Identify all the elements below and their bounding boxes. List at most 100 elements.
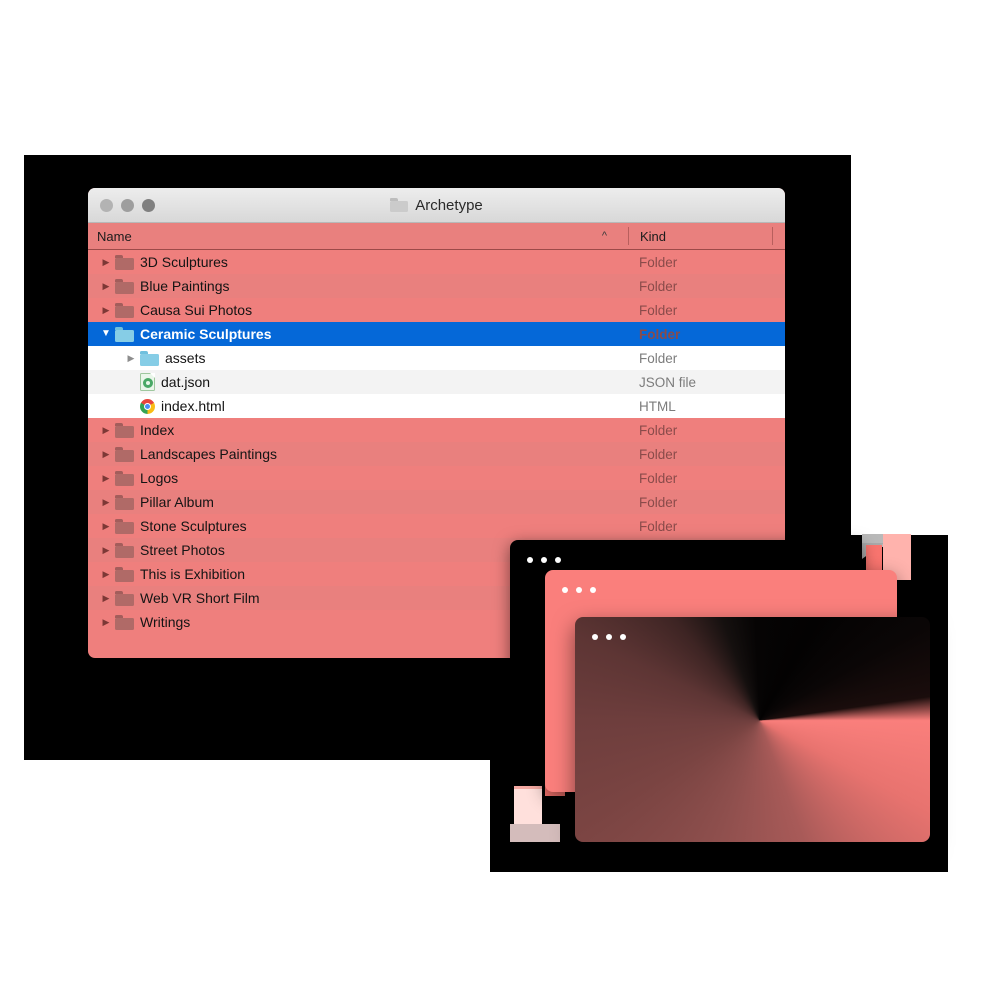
cell-kind: Folder (639, 278, 678, 294)
cell-kind: Folder (639, 302, 678, 318)
disclosure-triangle-collapsed-icon[interactable]: ▶ (97, 281, 115, 291)
column-header-kind-label: Kind (640, 228, 667, 244)
file-name-label: Web VR Short Film (140, 590, 260, 606)
window-dot[interactable] (590, 587, 596, 593)
file-name-label: dat.json (161, 374, 211, 390)
window-dots-back (527, 557, 561, 563)
window-dot[interactable] (541, 557, 547, 563)
folder-icon-tinted (115, 494, 134, 510)
disclosure-triangle-collapsed-icon[interactable]: ▶ (97, 473, 115, 483)
composition-stage: Archetype Name ^ Kind ▶ 3D Sculptures Fold… (0, 0, 1008, 1008)
disclosure-triangle-collapsed-icon[interactable]: ▶ (97, 257, 115, 267)
cell-kind: JSON file (639, 374, 697, 390)
window-dot[interactable] (527, 557, 533, 563)
table-row[interactable]: ▶ Stone Sculptures Folder (88, 514, 785, 538)
disclosure-triangle-collapsed-icon[interactable]: ▶ (97, 617, 115, 627)
window-dot[interactable] (576, 587, 582, 593)
file-name-label: 3D Sculptures (140, 254, 228, 270)
close-button[interactable] (100, 198, 113, 212)
table-row[interactable]: ▶ assets Folder (88, 346, 785, 370)
file-name-label: This is Exhibition (140, 566, 246, 582)
file-name-label: Index (140, 422, 175, 438)
folder-icon-blue (140, 350, 159, 366)
column-header-bar: Name ^ Kind (88, 223, 785, 250)
folder-icon-tinted (115, 422, 134, 438)
folder-icon-tinted (115, 614, 134, 630)
file-name-label: Ceramic Sculptures (140, 326, 272, 342)
cell-name: ▶ Landscapes Paintings (88, 446, 628, 462)
column-divider-right[interactable] (772, 227, 773, 245)
zoom-button[interactable] (142, 198, 155, 212)
folder-icon (390, 198, 409, 212)
file-name-label: Stone Sculptures (140, 518, 247, 534)
file-name-label: Causa Sui Photos (140, 302, 253, 318)
disclosure-triangle-collapsed-icon[interactable]: ▶ (97, 425, 115, 435)
chrome-file-icon (140, 398, 155, 414)
disclosure-triangle-collapsed-icon[interactable]: ▶ (97, 521, 115, 531)
file-name-label: index.html (161, 398, 225, 414)
disclosure-triangle-collapsed-icon[interactable]: ▶ (97, 545, 115, 555)
table-row[interactable]: dat.json JSON file (88, 370, 785, 394)
table-row[interactable]: ▶ 3D Sculptures Folder (88, 250, 785, 274)
window-dots-middle (562, 587, 596, 593)
cell-kind: Folder (639, 350, 678, 366)
folder-icon-blue (115, 326, 134, 342)
disclosure-triangle-collapsed-icon[interactable]: ▶ (97, 497, 115, 507)
stack-window-front[interactable] (575, 617, 930, 842)
disclosure-triangle-collapsed-icon[interactable]: ▶ (97, 569, 115, 579)
window-dot[interactable] (562, 587, 568, 593)
folder-icon-tinted (115, 542, 134, 558)
table-row[interactable]: ▶ Blue Paintings Folder (88, 274, 785, 298)
cell-name: ▶ Stone Sculptures (88, 518, 628, 534)
finder-title-group: Archetype (88, 197, 785, 214)
column-header-name[interactable]: Name ^ (88, 223, 628, 249)
cell-name: ▼ Ceramic Sculptures (88, 326, 628, 342)
cell-name: ▶ Index (88, 422, 628, 438)
cell-kind: Folder (639, 470, 678, 486)
disclosure-triangle-collapsed-icon[interactable]: ▶ (97, 449, 115, 459)
file-name-label: Street Photos (140, 542, 225, 558)
file-name-label: Writings (140, 614, 191, 630)
sort-ascending-icon[interactable]: ^ (602, 230, 607, 242)
minimize-button[interactable] (121, 198, 134, 212)
file-name-label: Pillar Album (140, 494, 214, 510)
window-dot[interactable] (592, 634, 598, 640)
window-dot[interactable] (620, 634, 626, 640)
finder-titlebar: Archetype (88, 188, 785, 223)
file-name-label: Logos (140, 470, 179, 486)
cell-kind: HTML (639, 398, 676, 414)
table-row[interactable]: ▶ Logos Folder (88, 466, 785, 490)
disclosure-triangle-expanded-icon[interactable]: ▼ (97, 329, 115, 339)
table-row[interactable]: ▶ Index Folder (88, 418, 785, 442)
disclosure-triangle-collapsed-icon[interactable]: ▶ (97, 593, 115, 603)
folder-icon-tinted (115, 446, 134, 462)
cell-kind: Folder (639, 446, 678, 462)
table-row[interactable]: ▶ Pillar Album Folder (88, 490, 785, 514)
file-name-label: Landscapes Paintings (140, 446, 277, 462)
window-dot[interactable] (606, 634, 612, 640)
cell-name: ▶ assets (88, 350, 628, 366)
disclosure-triangle-collapsed-icon[interactable]: ▶ (97, 305, 115, 315)
column-header-kind[interactable]: Kind (629, 223, 785, 249)
table-row[interactable]: index.html HTML (88, 394, 785, 418)
table-row[interactable]: ▼ Ceramic Sculptures Folder (88, 322, 785, 346)
disclosure-triangle-collapsed-icon[interactable]: ▶ (122, 353, 140, 363)
cell-kind: Folder (639, 326, 681, 342)
cell-kind: Folder (639, 254, 678, 270)
traffic-light-group (100, 198, 155, 212)
cell-name: ▶ Causa Sui Photos (88, 302, 628, 318)
decor-fragment-bl-gray (510, 824, 560, 842)
file-name-label: assets (165, 350, 206, 366)
table-row[interactable]: ▶ Causa Sui Photos Folder (88, 298, 785, 322)
column-header-name-label: Name (97, 228, 132, 244)
file-name-label: Blue Paintings (140, 278, 230, 294)
folder-icon-tinted (115, 302, 134, 318)
window-title: Archetype (415, 196, 483, 214)
folder-icon-tinted (115, 518, 134, 534)
table-row[interactable]: ▶ Landscapes Paintings Folder (88, 442, 785, 466)
window-dot[interactable] (555, 557, 561, 563)
folder-icon-tinted (115, 590, 134, 606)
cell-name: ▶ Blue Paintings (88, 278, 628, 294)
cell-kind: Folder (639, 518, 678, 534)
cell-name: ▶ Logos (88, 470, 628, 486)
